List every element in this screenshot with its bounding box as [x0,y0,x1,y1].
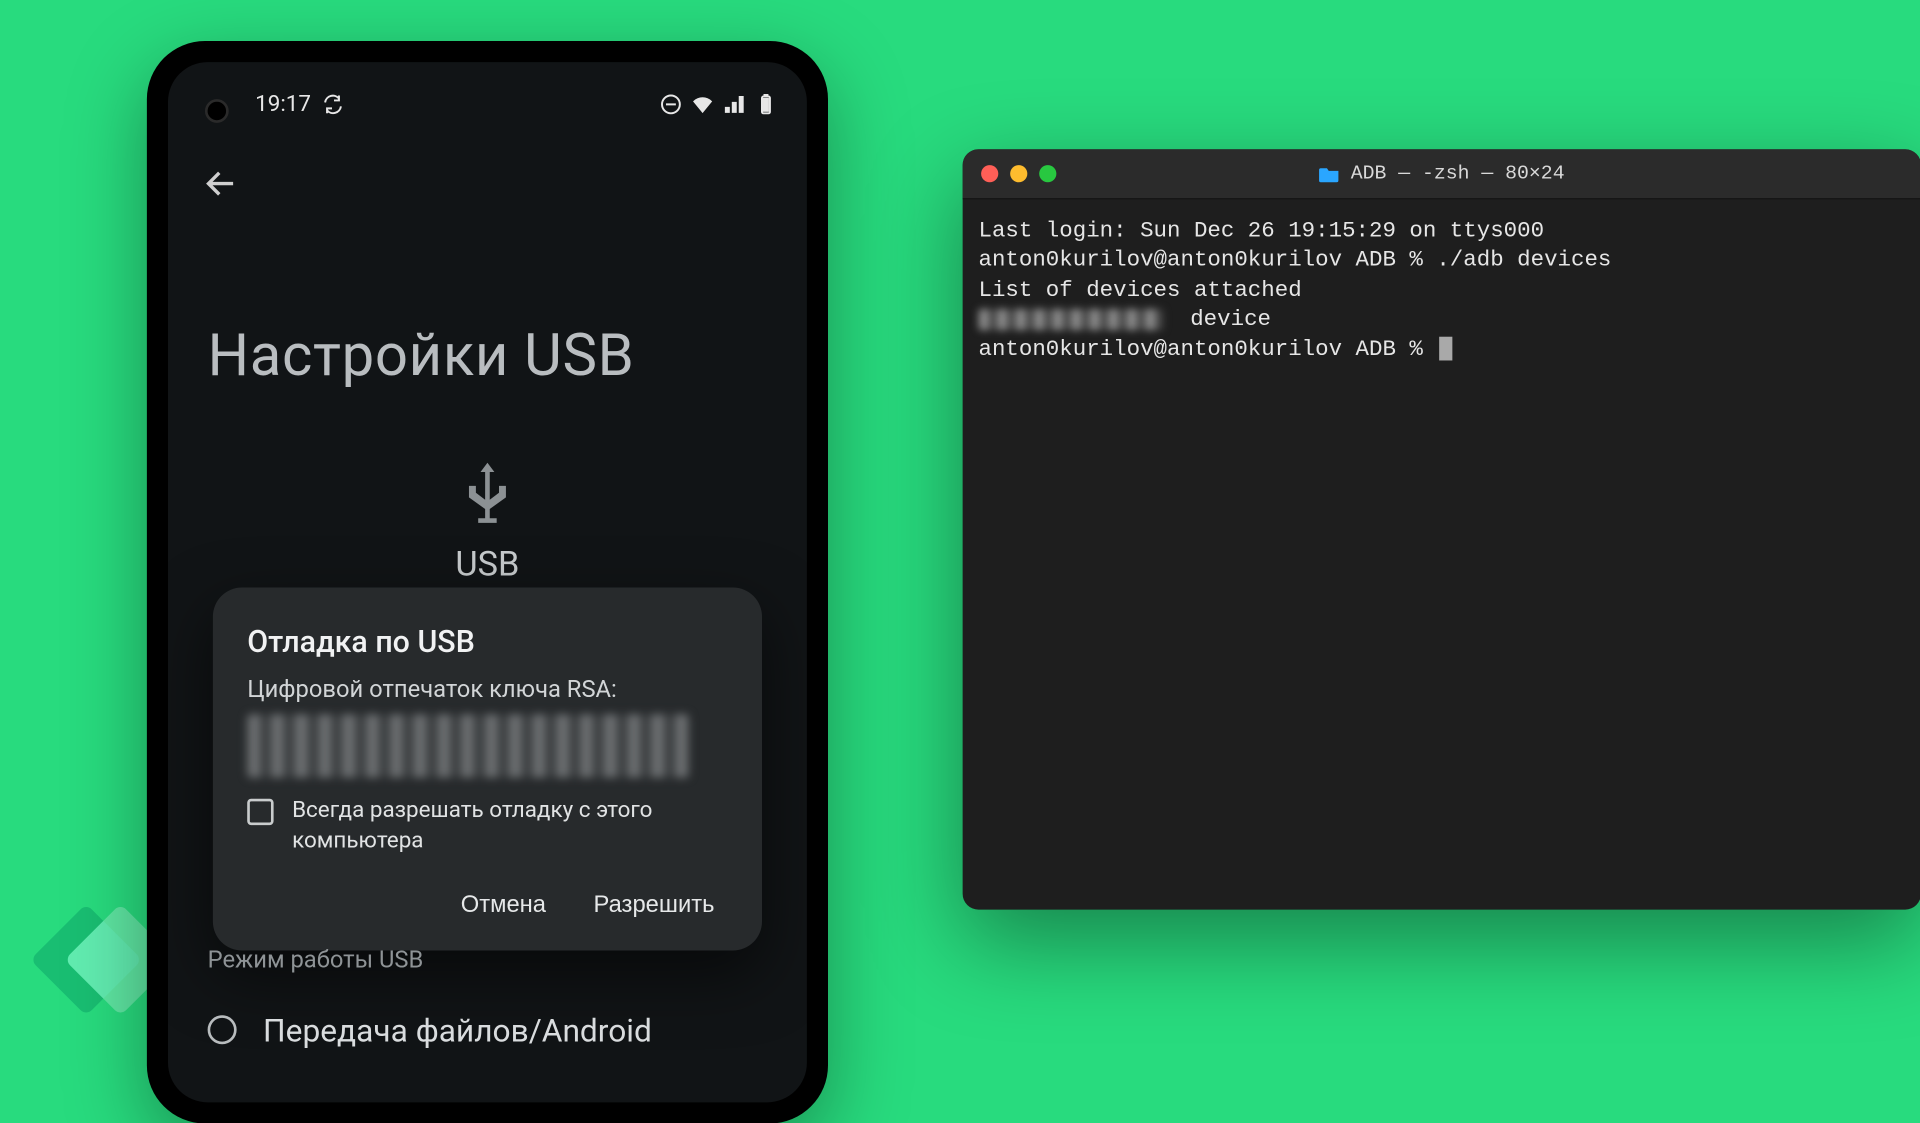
always-allow-checkbox[interactable] [247,799,273,825]
page-title: Настройки USB [208,321,635,390]
cellular-icon [722,93,746,117]
dialog-subtitle: Цифровой отпечаток ключа RSA: [247,676,727,704]
usb-mode-section-label: Режим работы USB [208,947,424,975]
prompt: anton0kurilov@anton0kurilov ADB % [978,249,1436,274]
terminal-line: device [978,307,1905,337]
terminal-titlebar[interactable]: ADB — -zsh — 80×24 [963,149,1920,199]
window-controls [981,165,1056,182]
terminal-line: List of devices attached [978,277,1905,307]
usb-label: USB [168,545,807,585]
terminal-title-text: ADB — -zsh — 80×24 [1351,162,1565,184]
sync-icon [322,93,346,117]
zoom-window-button[interactable] [1039,165,1056,182]
radio-file-transfer[interactable] [208,1015,237,1044]
battery-icon [754,93,778,117]
back-button[interactable] [202,165,239,202]
always-allow-row[interactable]: Всегда разрешать отладку с этого компьют… [247,796,727,857]
phone-frame: 19:17 [147,41,828,1123]
terminal-title: ADB — -zsh — 80×24 [963,162,1920,184]
command-text: ./adb devices [1436,249,1611,274]
option-file-transfer-label: Передача файлов/Android [263,1010,652,1053]
phone-screen: 19:17 [168,62,807,1102]
prompt: anton0kurilov@anton0kurilov ADB % [978,338,1436,363]
background-logo [41,899,160,1018]
terminal-cursor [1439,337,1452,361]
status-bar: 19:17 [168,91,807,117]
usb-debug-dialog: Отладка по USB Цифровой отпечаток ключа … [213,588,762,951]
terminal-body[interactable]: Last login: Sun Dec 26 19:15:29 on ttys0… [963,199,1920,384]
minimize-window-button[interactable] [1010,165,1027,182]
device-status: device [1163,308,1271,333]
wifi-icon [691,93,715,117]
close-window-button[interactable] [981,165,998,182]
status-time: 19:17 [255,91,311,117]
usb-icon [457,458,518,532]
terminal-window: ADB — -zsh — 80×24 Last login: Sun Dec 2… [963,149,1920,909]
rsa-fingerprint-redacted [247,714,689,777]
terminal-line: anton0kurilov@anton0kurilov ADB % [978,336,1905,366]
terminal-line: anton0kurilov@anton0kurilov ADB % ./adb … [978,248,1905,278]
do-not-disturb-icon [659,93,683,117]
terminal-line: Last login: Sun Dec 26 19:15:29 on ttys0… [978,218,1905,248]
dialog-title: Отладка по USB [247,624,727,660]
folder-icon [1319,164,1340,182]
usb-header-block: USB [168,458,807,585]
device-serial-redacted [978,309,1163,330]
cancel-button[interactable]: Отмена [455,883,551,927]
allow-button[interactable]: Разрешить [588,883,719,927]
always-allow-label: Всегда разрешать отладку с этого компьют… [292,796,728,857]
option-file-transfer[interactable]: Передача файлов/Android [208,1010,768,1053]
